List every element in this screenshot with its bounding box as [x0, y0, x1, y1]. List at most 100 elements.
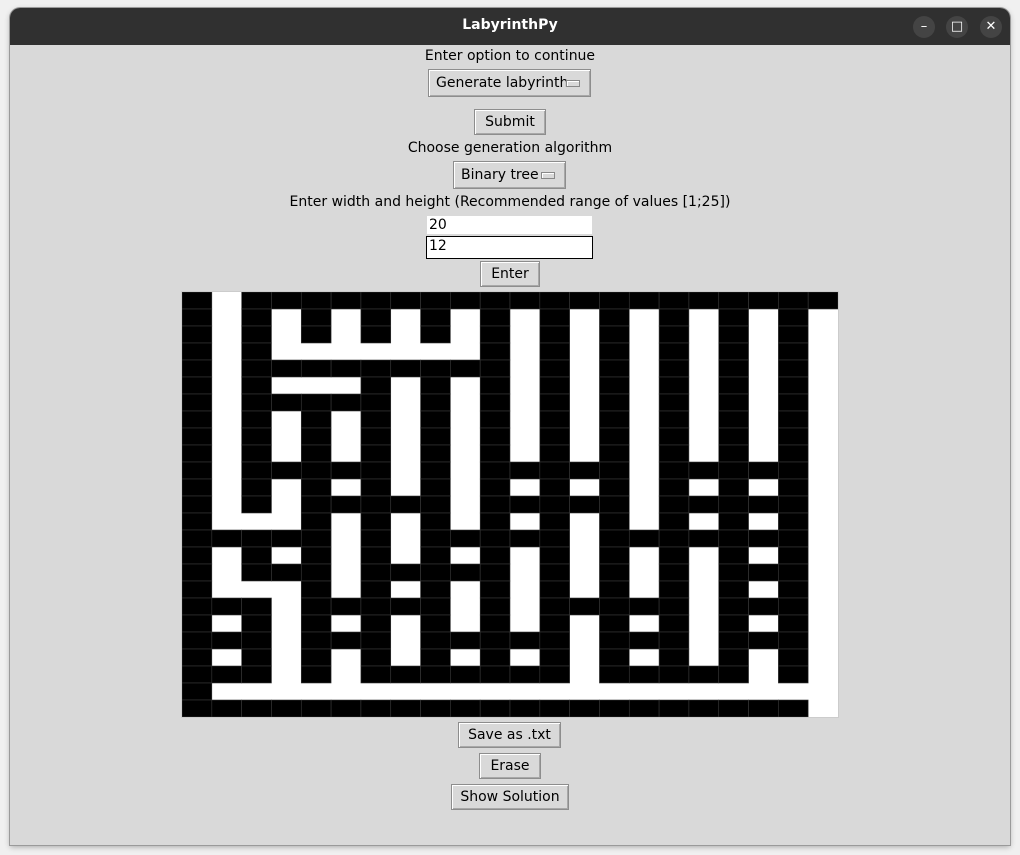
- algorithm-menu[interactable]: Binary tree: [453, 161, 566, 189]
- maze-wall-cell: [658, 546, 690, 565]
- maximize-icon[interactable]: □: [946, 16, 968, 38]
- maze-wall-cell: [360, 308, 392, 327]
- maze-wall-cell: [628, 699, 660, 717]
- maze-wall-cell: [778, 614, 809, 633]
- maze-wall-cell: [182, 682, 213, 701]
- maze-wall-cell: [360, 444, 392, 463]
- maze-wall-cell: [658, 359, 690, 378]
- maze-wall-cell: [182, 376, 213, 395]
- maze-wall-cell: [450, 699, 481, 717]
- maze-wall-cell: [599, 444, 630, 463]
- maze-wall-cell: [688, 461, 720, 480]
- maze-wall-cell: [778, 342, 809, 361]
- close-icon[interactable]: ✕: [980, 16, 1002, 38]
- maze-wall-cell: [778, 529, 809, 548]
- maze-wall-cell: [420, 648, 451, 667]
- maze-wall-cell: [182, 563, 213, 582]
- maze-wall-cell: [778, 563, 809, 582]
- maze-wall-cell: [241, 308, 272, 327]
- maze-wall-cell: [599, 614, 630, 633]
- maze-wall-cell: [300, 461, 332, 480]
- maze-wall-cell: [420, 614, 451, 633]
- maze-wall-cell: [360, 546, 392, 565]
- maze-wall-cell: [539, 631, 570, 650]
- erase-button[interactable]: Erase: [479, 753, 541, 779]
- maze-wall-cell: [330, 495, 362, 514]
- maze-wall-cell: [211, 665, 242, 684]
- maze-wall-cell: [658, 478, 690, 497]
- maze-wall-cell: [539, 325, 570, 344]
- maze-wall-cell: [420, 376, 451, 395]
- maze-wall-cell: [718, 614, 749, 633]
- maze-wall-cell: [569, 292, 600, 310]
- maze-wall-cell: [300, 308, 332, 327]
- show-solution-button[interactable]: Show Solution: [451, 784, 569, 810]
- maze-wall-cell: [718, 376, 749, 395]
- maze-wall-cell: [658, 648, 690, 667]
- width-input[interactable]: 20: [426, 215, 593, 235]
- maze-wall-cell: [569, 461, 600, 480]
- maze-wall-cell: [360, 631, 392, 650]
- maze-wall-cell: [182, 410, 213, 429]
- maze-wall-cell: [241, 410, 272, 429]
- maze-wall-cell: [241, 648, 272, 667]
- maze-wall-cell: [420, 546, 451, 565]
- maze-wall-cell: [599, 478, 630, 497]
- maze-wall-cell: [778, 495, 809, 514]
- maze-wall-cell: [479, 665, 511, 684]
- maze-wall-cell: [718, 529, 749, 548]
- maze-wall-cell: [778, 699, 809, 717]
- maze-wall-cell: [450, 563, 481, 582]
- maze-wall-cell: [778, 665, 809, 684]
- maze-wall-cell: [271, 461, 302, 480]
- maze-wall-cell: [718, 342, 749, 361]
- maze-wall-cell: [182, 665, 213, 684]
- title-bar[interactable]: LabyrinthPy – □ ✕: [10, 8, 1010, 45]
- maze-wall-cell: [182, 292, 213, 310]
- maze-wall-cell: [718, 563, 749, 582]
- maze-wall-cell: [182, 631, 213, 650]
- enter-button[interactable]: Enter: [480, 261, 540, 287]
- maze-wall-cell: [420, 461, 451, 480]
- maze-wall-cell: [330, 393, 362, 412]
- maze-wall-cell: [360, 495, 392, 514]
- maze-wall-cell: [718, 631, 749, 650]
- maze-wall-cell: [539, 444, 570, 463]
- maze-wall-cell: [539, 376, 570, 395]
- height-input[interactable]: 12: [426, 236, 593, 259]
- maze-wall-cell: [360, 699, 392, 717]
- maze-wall-cell: [658, 699, 690, 717]
- maze-wall-cell: [658, 461, 690, 480]
- maze-wall-cell: [688, 495, 720, 514]
- maze-wall-cell: [718, 478, 749, 497]
- minimize-icon[interactable]: –: [913, 16, 935, 38]
- maze-wall-cell: [539, 648, 570, 667]
- maze-wall-cell: [390, 563, 421, 582]
- maze-wall-cell: [420, 580, 451, 599]
- maze-wall-cell: [479, 512, 511, 531]
- maze-wall-cell: [300, 478, 332, 497]
- maze-wall-cell: [599, 512, 630, 531]
- maze-wall-cell: [599, 359, 630, 378]
- maze-wall-cell: [300, 597, 332, 616]
- maze-wall-cell: [479, 631, 511, 650]
- maze-wall-cell: [360, 325, 392, 344]
- maze-wall-cell: [182, 546, 213, 565]
- maze-wall-cell: [300, 614, 332, 633]
- maze-wall-cell: [658, 597, 690, 616]
- maze-wall-cell: [718, 648, 749, 667]
- save-txt-button[interactable]: Save as .txt: [458, 722, 561, 748]
- maze-wall-cell: [300, 512, 332, 531]
- maze-wall-cell: [182, 461, 213, 480]
- maze-wall-cell: [718, 461, 749, 480]
- submit-button[interactable]: Submit: [474, 109, 546, 135]
- option-menu[interactable]: Generate labyrinth: [428, 69, 591, 97]
- maze-wall-cell: [778, 308, 809, 327]
- maze-wall-cell: [599, 529, 630, 548]
- maze-wall-cell: [390, 359, 421, 378]
- maze-wall-cell: [479, 427, 511, 446]
- maze-wall-cell: [420, 631, 451, 650]
- option-prompt: Enter option to continue: [424, 48, 596, 64]
- maze-wall-cell: [539, 342, 570, 361]
- maze-wall-cell: [271, 359, 302, 378]
